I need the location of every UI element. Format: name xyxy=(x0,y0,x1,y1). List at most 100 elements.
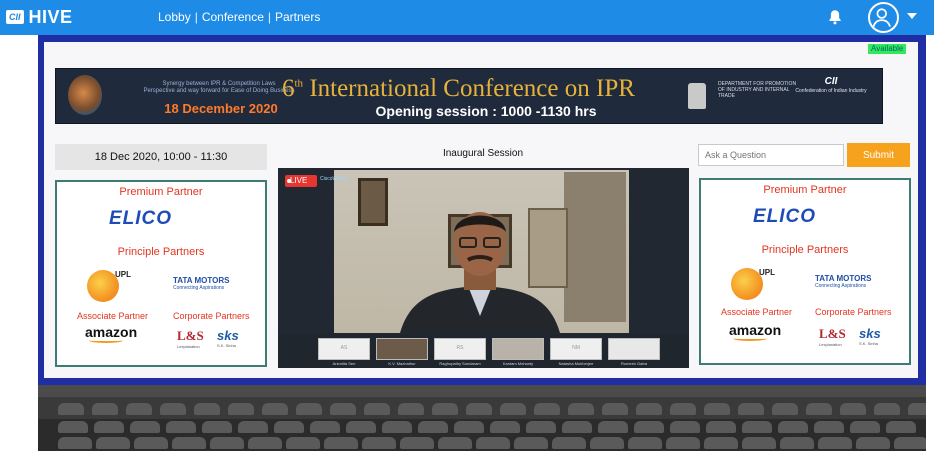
auditorium-seat xyxy=(742,437,776,449)
partners-card-left: Premium Partner ELICO Principle Partners… xyxy=(55,180,267,367)
auditorium-seat xyxy=(364,403,390,415)
associate-partner-label: Associate Partner xyxy=(721,307,793,317)
participant-tile[interactable]: RS xyxy=(434,338,486,360)
auditorium-seat xyxy=(202,421,232,433)
participant-tile[interactable]: NM xyxy=(550,338,602,360)
auditorium-seat xyxy=(568,403,594,415)
submit-question-button[interactable]: Submit xyxy=(847,143,910,167)
auditorium-seat xyxy=(704,437,738,449)
ls-logo-tagline: Lexplanation xyxy=(177,344,200,349)
sks-logo-tagline: S.K. Sinha xyxy=(217,343,236,348)
nav-conference[interactable]: Conference xyxy=(202,10,264,24)
tata-motors-logo[interactable]: TATA MOTORS Connecting Aspirations xyxy=(815,274,871,289)
auditorium-seat xyxy=(418,421,448,433)
amazon-smile-icon xyxy=(89,338,123,343)
participant-tile[interactable]: AS xyxy=(318,338,370,360)
ls-logo[interactable]: L&S Lexplanation xyxy=(819,326,846,347)
amazon-smile-icon xyxy=(733,336,767,341)
top-navigation-bar: CII HIVE Lobby | Conference | Partners xyxy=(0,0,934,35)
user-avatar-icon[interactable] xyxy=(868,2,899,33)
auditorium-seat xyxy=(330,403,356,415)
auditorium-seat xyxy=(590,437,624,449)
cii-banner-text: Confederation of Indian Industry xyxy=(795,88,867,94)
participant-name: K.V. Mazhathur xyxy=(388,361,416,366)
auditorium-seat xyxy=(602,403,628,415)
auditorium-seat xyxy=(598,421,628,433)
auditorium-seat xyxy=(160,403,186,415)
elico-logo[interactable]: ELICO xyxy=(109,208,172,230)
auditorium-seat xyxy=(274,421,304,433)
page-margin-left xyxy=(0,35,38,395)
auditorium-seat xyxy=(362,437,396,449)
auditorium-seat xyxy=(94,421,124,433)
auditorium-seat xyxy=(534,403,560,415)
auditorium-seat xyxy=(438,437,472,449)
elico-logo[interactable]: ELICO xyxy=(753,206,816,228)
sks-logo-text: sks xyxy=(217,328,239,343)
banner-title-suffix: th xyxy=(294,77,304,90)
sks-logo[interactable]: sks S.K. Sinha xyxy=(859,326,881,346)
auditorium-seat xyxy=(210,437,244,449)
participant-initials: NM xyxy=(572,345,580,351)
account-dropdown-chevron-icon[interactable] xyxy=(907,13,917,19)
auditorium-seat xyxy=(806,403,832,415)
auditorium-seat xyxy=(636,403,662,415)
auditorium-seat xyxy=(454,421,484,433)
participant-name: Raghupathy Sundaram xyxy=(439,361,481,366)
nav-lobby[interactable]: Lobby xyxy=(158,10,191,24)
participant-name: Kantam Mohanty xyxy=(502,361,534,366)
auditorium-seat xyxy=(398,403,424,415)
tata-motors-tagline: Connecting Aspirations xyxy=(815,283,867,289)
auditorium-seat xyxy=(742,421,772,433)
banner-date: 18 December 2020 xyxy=(164,101,278,116)
auditorium-seat xyxy=(92,403,118,415)
principle-partners-label: Principle Partners xyxy=(117,246,205,258)
notification-bell-icon[interactable] xyxy=(826,8,844,26)
auditorium-seat xyxy=(134,437,168,449)
ls-logo[interactable]: L&S Lexplanation xyxy=(177,328,204,349)
auditorium-seat xyxy=(58,437,92,449)
hive-logo-text: HIVE xyxy=(28,6,73,27)
associate-partner-label: Associate Partner xyxy=(77,311,149,321)
auditorium-seat xyxy=(58,403,84,415)
live-video-player[interactable]: AS RS NM Anindita Sen K.V. Mazhathur Rag… xyxy=(278,168,689,368)
auditorium-seat xyxy=(780,437,814,449)
ls-logo-text: L&S xyxy=(819,326,846,341)
participant-tile[interactable] xyxy=(608,338,660,360)
auditorium-seat xyxy=(670,403,696,415)
ask-question-input[interactable] xyxy=(698,144,844,166)
auditorium-seat xyxy=(324,437,358,449)
participant-tile[interactable] xyxy=(492,338,544,360)
webex-label: CiscoWebex xyxy=(320,176,348,182)
banner-session-time: Opening session : 1000 -1130 hrs xyxy=(375,103,597,119)
auditorium-seat xyxy=(248,437,282,449)
nav-separator: | xyxy=(194,10,198,24)
auditorium-seat xyxy=(432,403,458,415)
tata-motors-logo[interactable]: TATA MOTORS Connecting Aspirations xyxy=(173,276,229,291)
auditorium-seat xyxy=(400,437,434,449)
auditorium-seat xyxy=(634,421,664,433)
tata-motors-tagline: Connecting Aspirations xyxy=(173,285,225,291)
participant-name: Anindita Sen xyxy=(332,361,356,366)
auditorium-seat xyxy=(126,403,152,415)
availability-status-badge[interactable]: Available xyxy=(868,44,907,54)
nav-partners[interactable]: Partners xyxy=(275,10,320,24)
auditorium-seat xyxy=(874,403,900,415)
auditorium-seat xyxy=(346,421,376,433)
cii-hive-logo[interactable]: CII HIVE xyxy=(6,7,73,27)
tata-motors-name: TATA MOTORS xyxy=(815,274,872,283)
auditorium-seat xyxy=(490,421,520,433)
auditorium-seat xyxy=(514,437,548,449)
sks-logo[interactable]: sks S.K. Sinha xyxy=(217,328,239,348)
auditorium-seat xyxy=(58,421,88,433)
banner-title-ordinal: 6 xyxy=(282,75,295,102)
auditorium-seat xyxy=(738,403,764,415)
participant-tile[interactable] xyxy=(376,338,428,360)
auditorium-seat xyxy=(856,437,890,449)
auditorium-seating xyxy=(38,385,926,451)
page-margin-right xyxy=(926,35,934,395)
auditorium-seat xyxy=(228,403,254,415)
participant-initials: RS xyxy=(456,345,464,351)
sks-logo-tagline: S.K. Sinha xyxy=(859,341,878,346)
participant-name: Rumesh Gatra xyxy=(620,361,647,366)
